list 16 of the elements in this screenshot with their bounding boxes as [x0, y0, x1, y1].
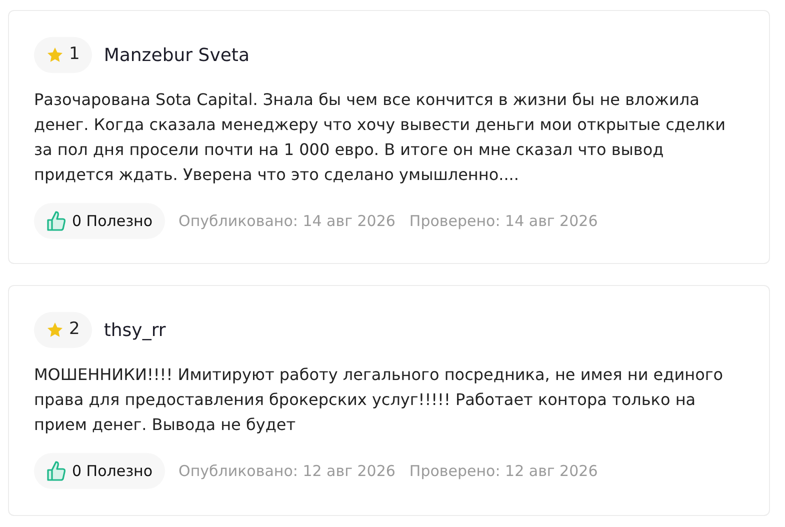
helpful-button[interactable]: 0 Полезно — [34, 203, 165, 239]
review-text: МОШЕННИКИ!!!! Имитируют работу легального посредника, не имея ни единого права для предоставления брокерских услуг!!!!! Работает контора только на прием денег. Вывода не будет — [34, 364, 724, 436]
rating-value: 2 — [69, 318, 80, 342]
published-date: Опубликовано: 14 авг 2026 — [178, 210, 396, 232]
thumbs-up-icon — [46, 460, 66, 482]
verified-date: Проверено: 14 авг 2026 — [409, 210, 598, 232]
rating-value: 1 — [69, 43, 80, 66]
author-name: thsy_rr — [104, 318, 166, 342]
star-icon — [46, 46, 64, 64]
thumbs-up-icon — [46, 210, 66, 232]
verified-date: Проверено: 12 авг 2026 — [409, 460, 598, 482]
star-icon — [46, 321, 64, 339]
review-text: Разочарована Sota Capital. Знала бы чем все кончится в жизни бы не вложила денег. Когда сказала менеджеру что хочу вывести деньги мои открытые сделки за пол дня просели почти на 1 000 евро. В итоге он мне сказал что вывод придется ждать. Уверена что это сделано умышленно.... — [34, 89, 727, 186]
helpful-button[interactable]: 0 Полезно — [34, 453, 165, 489]
author-name: Manzebur Sveta — [104, 44, 250, 68]
published-date: Опубликовано: 12 авг 2026 — [178, 460, 396, 482]
